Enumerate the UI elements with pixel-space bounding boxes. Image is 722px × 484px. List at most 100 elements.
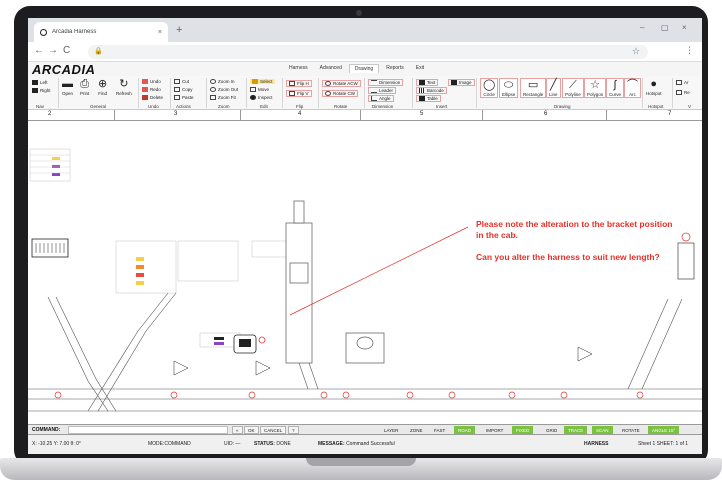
tab-reports[interactable]: Reports — [381, 64, 409, 73]
tab-advanced[interactable]: Advanced — [315, 64, 347, 73]
maximize-icon[interactable]: ▢ — [661, 23, 669, 32]
dimension-button[interactable]: Dimension — [368, 79, 404, 86]
command-help-button[interactable]: ? — [288, 426, 299, 434]
mode-fixed-toggle[interactable]: FIXED — [512, 426, 534, 434]
circle-label: Circle — [483, 92, 495, 97]
command-ok-button[interactable]: OK — [244, 426, 259, 434]
mode-layer-toggle[interactable]: LAYER — [380, 426, 402, 434]
close-tab-icon[interactable]: × — [158, 29, 162, 36]
back-icon[interactable]: ← — [34, 45, 44, 56]
curve-button[interactable]: ∫ Curve — [606, 78, 625, 98]
mode-fast-toggle[interactable]: FAST — [430, 426, 449, 434]
mode-scan-toggle[interactable]: SCAN — [592, 426, 613, 434]
copy-button[interactable]: Copy — [174, 87, 193, 92]
redo-button[interactable]: Redo — [142, 87, 161, 92]
find-label: Find — [98, 91, 107, 96]
image-button[interactable]: Image — [448, 79, 475, 86]
scissors-icon — [174, 79, 180, 84]
flip-h-button[interactable]: Flip H — [286, 80, 312, 87]
move-button[interactable]: Move — [250, 87, 269, 92]
mode-grid-toggle[interactable]: GRID — [542, 426, 561, 434]
print-button[interactable]: ⎙ Print — [80, 78, 89, 96]
browser-addressbar: ← → C 🔒 ☆ ⋮ — [28, 42, 702, 62]
new-tab-button[interactable]: + — [176, 24, 182, 36]
ellipse-button[interactable]: ⬭ Ellipse — [499, 78, 519, 98]
tab-exit[interactable]: Exit — [411, 64, 429, 73]
rotate-acw-label: Rotate ACW — [333, 81, 358, 86]
url-input[interactable]: 🔒 ☆ — [88, 45, 648, 59]
inspect-button[interactable]: Inspect — [250, 95, 273, 100]
command-back-button[interactable]: « — [232, 426, 243, 434]
tab-drawing[interactable]: Drawing — [348, 64, 380, 73]
more-button-2[interactable]: Re — [676, 90, 690, 95]
move-label: Move — [258, 87, 270, 92]
print-label: Print — [80, 91, 90, 96]
zoom-out-button[interactable]: Zoom Out — [210, 87, 238, 92]
group-separator — [246, 78, 247, 108]
zoom-in-label: Zoom In — [218, 79, 235, 84]
hotspot-button[interactable]: ● Hotspot — [646, 78, 662, 96]
mode-angle-toggle[interactable]: ANGLE 15° — [648, 426, 680, 434]
polygon-button[interactable]: ☆ Polygon — [584, 78, 607, 98]
barcode-button[interactable]: Barcode — [416, 87, 447, 94]
leader-button[interactable]: Leader — [368, 87, 397, 94]
zoom-in-button[interactable]: Zoom In — [210, 79, 235, 84]
zoom-fit-icon — [210, 95, 216, 100]
tab-harness[interactable]: Harness — [284, 64, 313, 73]
refresh-button[interactable]: ↻ Refresh — [116, 78, 132, 96]
open-button[interactable]: ▬ Open — [62, 78, 73, 96]
rectangle-label: Rectangle — [523, 92, 544, 97]
cut-button[interactable]: Cut — [174, 79, 189, 84]
paste-button[interactable]: Paste — [174, 95, 194, 100]
ruler-tick — [114, 110, 115, 121]
mode-rotate-toggle[interactable]: ROTATE — [618, 426, 644, 434]
ruler-tick — [240, 110, 241, 121]
nav-left-button[interactable]: Left — [32, 80, 48, 85]
group-separator — [138, 78, 139, 108]
mode-road-toggle[interactable]: ROAD — [454, 426, 476, 434]
group-separator — [282, 78, 283, 108]
drawing-canvas[interactable]: Please note the alteration to the bracke… — [28, 121, 702, 424]
note-line-2: Can you alter the harness to suit new le… — [476, 252, 660, 262]
delete-button[interactable]: Delete — [142, 95, 163, 100]
nav-right-button[interactable]: Right — [32, 88, 51, 93]
group-separator — [672, 78, 673, 108]
more-button-1[interactable]: Ar — [676, 80, 689, 85]
select-button[interactable]: Select — [250, 79, 275, 84]
text-button[interactable]: Text — [416, 79, 439, 86]
close-window-icon[interactable]: × — [682, 23, 687, 32]
arcadia-favicon-icon — [40, 28, 47, 36]
reload-icon[interactable]: C — [63, 45, 70, 56]
group-separator — [170, 78, 171, 108]
text-label: Text — [427, 80, 436, 85]
zoom-fit-button[interactable]: Zoom Fit — [210, 95, 236, 100]
group-label-dimension: Dimension — [372, 104, 394, 109]
uid-readout: UID: — — [224, 441, 241, 447]
browser-menu-icon[interactable]: ⋮ — [685, 45, 694, 56]
polyline-button[interactable]: ⟋ Polyline — [562, 78, 584, 98]
angle-button[interactable]: Angle — [368, 95, 394, 102]
circle-button[interactable]: ◯ Circle — [480, 78, 499, 98]
command-cancel-button[interactable]: CANCEL — [260, 426, 287, 434]
minimize-icon[interactable]: – — [640, 23, 644, 32]
browser-tab[interactable]: Arcadia Harness × — [34, 22, 168, 42]
arc-button[interactable]: ⌒ Arc — [624, 78, 641, 98]
rotate-acw-button[interactable]: Rotate ACW — [322, 80, 361, 87]
line-button[interactable]: ╱ Line — [546, 78, 561, 98]
status-value: DONE — [276, 441, 291, 447]
zoom-fit-label: Zoom Fit — [218, 95, 236, 100]
forward-icon[interactable]: → — [48, 45, 58, 56]
curve-label: Curve — [609, 92, 622, 97]
mode-zone-toggle[interactable]: ZONE — [406, 426, 427, 434]
flip-v-button[interactable]: Flip V — [286, 90, 312, 97]
mode-import-toggle[interactable]: IMPORT — [482, 426, 507, 434]
mode-trace-toggle[interactable]: TRACE — [564, 426, 588, 434]
command-input[interactable] — [68, 426, 228, 434]
rectangle-button[interactable]: ▭ Rectangle — [520, 78, 547, 98]
bookmark-star-icon[interactable]: ☆ — [632, 46, 640, 57]
undo-button[interactable]: Undo — [142, 79, 161, 84]
rotate-cw-button[interactable]: Rotate CW — [322, 90, 359, 97]
table-button[interactable]: Table — [416, 95, 441, 102]
find-button[interactable]: ⊕ Find — [98, 78, 107, 96]
ruler-label: 3 — [174, 111, 178, 117]
